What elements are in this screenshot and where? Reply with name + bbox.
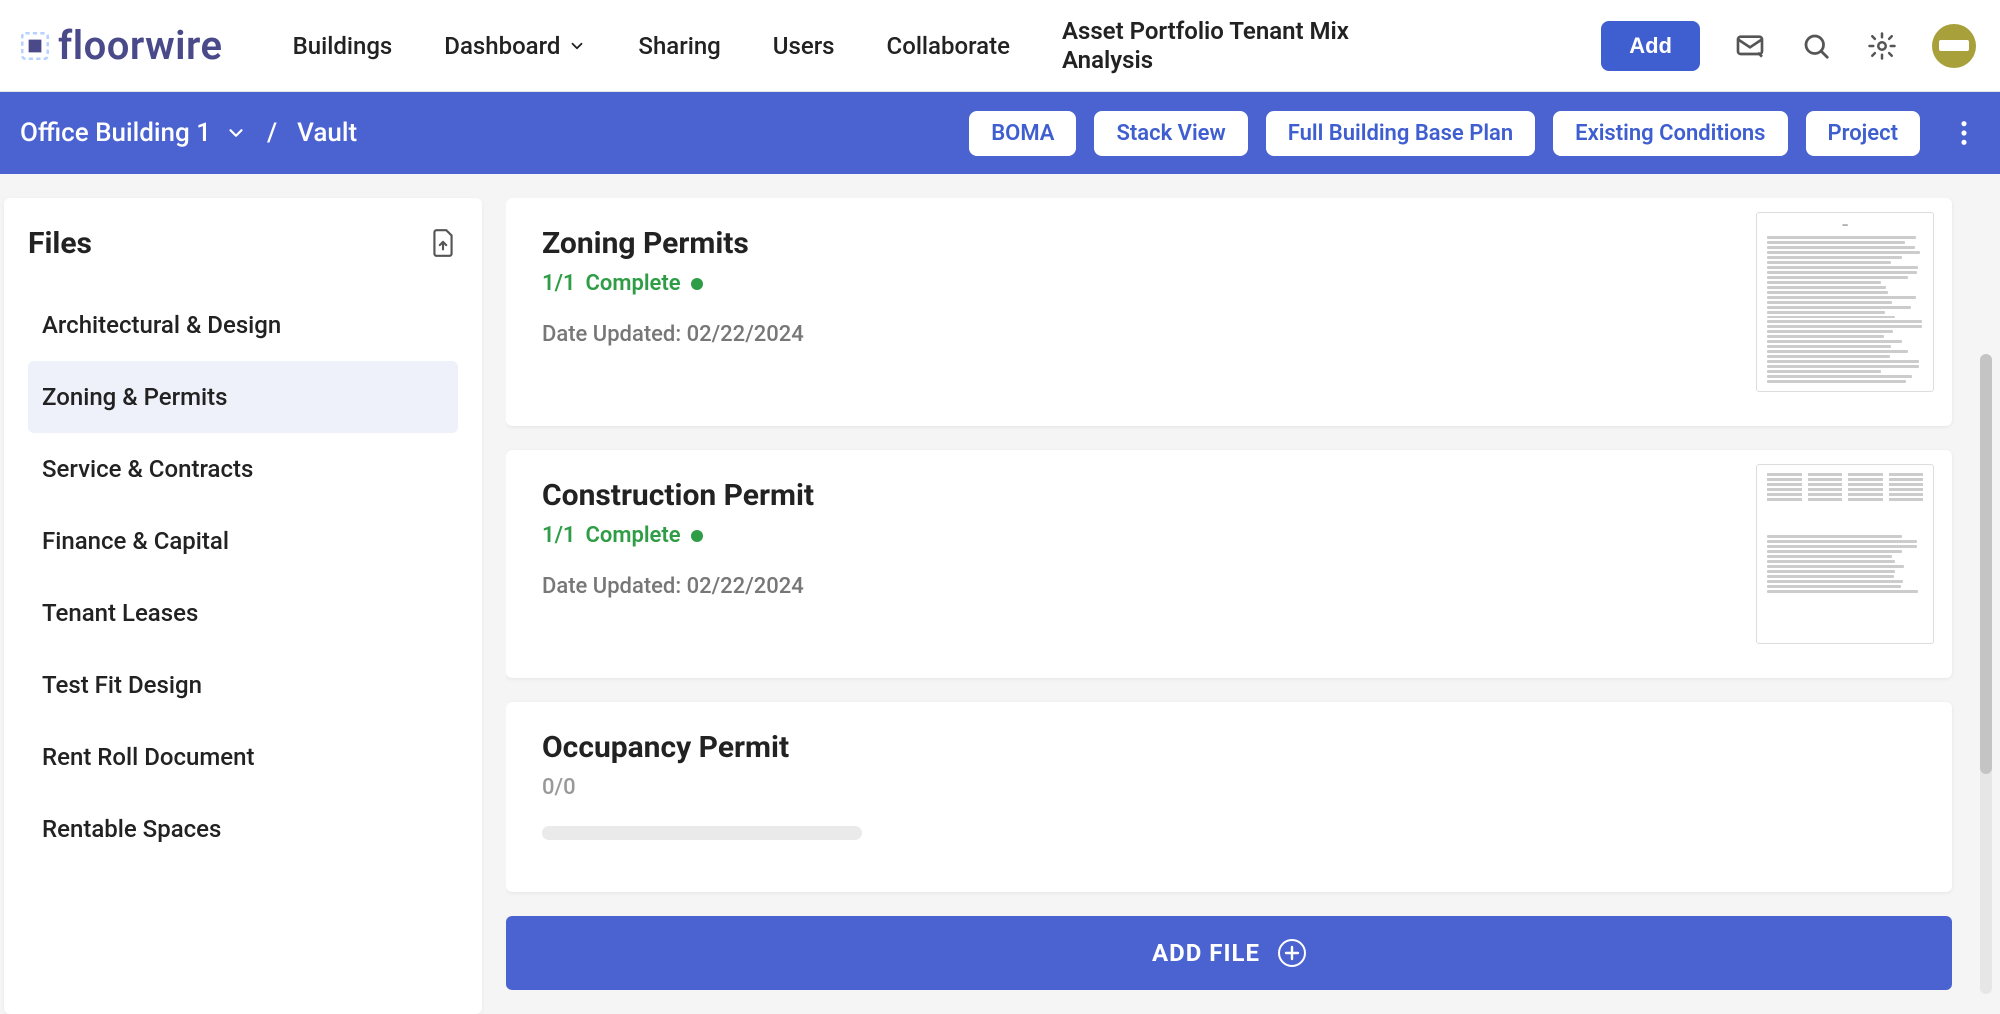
file-card-status-label: Complete xyxy=(586,523,681,548)
sidebar-item-architectural-design[interactable]: Architectural & Design xyxy=(28,289,458,361)
nav-dashboard-label: Dashboard xyxy=(444,32,560,60)
sidebar-title: Files xyxy=(28,226,92,261)
file-card-updated: Date Updated: 02/22/2024 xyxy=(542,574,814,599)
files-sidebar: Files Architectural & DesignZoning & Per… xyxy=(4,198,482,1014)
top-actions: Add xyxy=(1601,21,1976,71)
file-card[interactable]: Occupancy Permit 0/0 xyxy=(506,702,1952,892)
gear-icon[interactable] xyxy=(1866,30,1898,62)
file-card-status: 1/1 Complete xyxy=(542,523,814,548)
file-card-title: Occupancy Permit xyxy=(542,730,862,765)
view-pills: BOMA Stack View Full Building Base Plan … xyxy=(969,111,1980,156)
file-card-title: Construction Permit xyxy=(542,478,814,513)
plus-circle-icon xyxy=(1278,939,1306,967)
main-nav: Buildings Dashboard Sharing Users Collab… xyxy=(293,17,1582,75)
upload-file-icon[interactable] xyxy=(430,228,458,260)
main-area: Files Architectural & DesignZoning & Per… xyxy=(0,174,2000,1014)
add-button[interactable]: Add xyxy=(1601,21,1700,71)
add-file-button[interactable]: ADD FILE xyxy=(506,916,1952,990)
status-dot-icon xyxy=(691,278,703,290)
mail-icon[interactable] xyxy=(1734,30,1766,62)
nav-collaborate[interactable]: Collaborate xyxy=(887,32,1010,60)
more-vertical-icon[interactable] xyxy=(1948,117,1980,149)
nav-dashboard[interactable]: Dashboard xyxy=(444,32,586,60)
app-logo[interactable]: floorwire xyxy=(18,22,223,69)
file-card-count: 0/0 xyxy=(542,775,862,800)
logo-text: floorwire xyxy=(58,22,223,69)
chevron-down-icon[interactable] xyxy=(225,122,247,144)
file-card-body: Zoning Permits 1/1 Complete Date Updated: 0… xyxy=(542,226,804,347)
file-thumbnail xyxy=(1756,464,1934,644)
file-card-status: 1/1 Complete xyxy=(542,271,804,296)
file-card-body: Occupancy Permit 0/0 xyxy=(542,730,862,840)
sidebar-item-tenant-leases[interactable]: Tenant Leases xyxy=(28,577,458,649)
logo-icon xyxy=(18,29,52,63)
breadcrumb-section: Vault xyxy=(297,118,357,148)
status-dot-icon xyxy=(691,530,703,542)
avatar[interactable] xyxy=(1932,24,1976,68)
sidebar-item-service-contracts[interactable]: Service & Contracts xyxy=(28,433,458,505)
pill-stack-view[interactable]: Stack View xyxy=(1094,111,1247,156)
scrollbar[interactable] xyxy=(1980,354,1992,994)
file-card-updated: Date Updated: 02/22/2024 xyxy=(542,322,804,347)
pill-existing-conditions[interactable]: Existing Conditions xyxy=(1553,111,1787,156)
file-card[interactable]: Construction Permit 1/1 Complete Date Updat… xyxy=(506,450,1952,678)
file-card-title: Zoning Permits xyxy=(542,226,804,261)
pill-project[interactable]: Project xyxy=(1806,111,1921,156)
top-bar: floorwire Buildings Dashboard Sharing Us… xyxy=(0,0,2000,92)
breadcrumb-building[interactable]: Office Building 1 xyxy=(20,118,211,148)
nav-buildings[interactable]: Buildings xyxy=(293,32,393,60)
nav-users[interactable]: Users xyxy=(773,32,835,60)
page-heading: Asset Portfolio Tenant Mix Analysis xyxy=(1062,17,1362,75)
sidebar-item-test-fit-design[interactable]: Test Fit Design xyxy=(28,649,458,721)
file-card-count: 1/1 xyxy=(542,523,576,548)
file-card-status-label: Complete xyxy=(586,271,681,296)
file-card-body: Construction Permit 1/1 Complete Date Updat… xyxy=(542,478,814,599)
sidebar-item-finance-capital[interactable]: Finance & Capital xyxy=(28,505,458,577)
file-card[interactable]: Zoning Permits 1/1 Complete Date Updated: 0… xyxy=(506,198,1952,426)
pill-full-base-plan[interactable]: Full Building Base Plan xyxy=(1266,111,1535,156)
content-list: Zoning Permits 1/1 Complete Date Updated: 0… xyxy=(506,198,1982,1014)
sidebar-item-zoning-permits[interactable]: Zoning & Permits xyxy=(28,361,458,433)
breadcrumb: Office Building 1 / Vault xyxy=(20,118,969,148)
sub-bar: Office Building 1 / Vault BOMA Stack Vie… xyxy=(0,92,2000,174)
sidebar-item-rent-roll-document[interactable]: Rent Roll Document xyxy=(28,721,458,793)
progress-bar-empty xyxy=(542,826,862,840)
file-card-count: 1/1 xyxy=(542,271,576,296)
nav-sharing[interactable]: Sharing xyxy=(638,32,720,60)
sidebar-item-rentable-spaces[interactable]: Rentable Spaces xyxy=(28,793,458,865)
chevron-down-icon xyxy=(568,37,586,55)
add-file-label: ADD FILE xyxy=(1152,939,1260,967)
search-icon[interactable] xyxy=(1800,30,1832,62)
file-thumbnail: — xyxy=(1756,212,1934,392)
breadcrumb-separator: / xyxy=(267,118,277,148)
pill-boma[interactable]: BOMA xyxy=(969,111,1076,156)
scrollbar-thumb[interactable] xyxy=(1980,354,1992,774)
